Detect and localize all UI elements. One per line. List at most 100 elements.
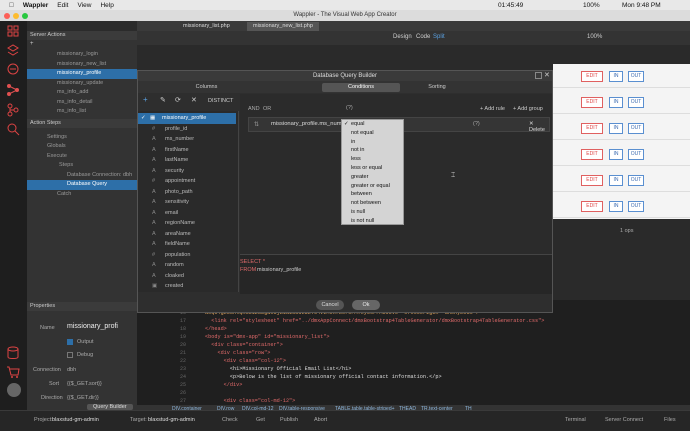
operator-option[interactable]: ✓ equal <box>342 120 403 129</box>
server-action-item[interactable]: missionary_update <box>27 79 137 89</box>
flow-icon[interactable] <box>6 83 20 97</box>
target-select[interactable]: blaxstud-gm-admin <box>148 417 195 423</box>
operator-dropdown[interactable]: ✓ equal not equal in not in less less or equal… <box>341 119 404 225</box>
operator-option[interactable]: greater or equal <box>342 182 403 191</box>
grid-icon[interactable] <box>6 24 20 38</box>
maximize-icon[interactable] <box>535 72 542 79</box>
menu-view[interactable]: View <box>77 2 91 9</box>
in-button[interactable]: IN <box>609 175 623 186</box>
add-action-icon[interactable]: + <box>30 41 34 47</box>
project-select[interactable]: blaxstud-gm-admin <box>52 417 99 423</box>
add-icon[interactable]: + <box>143 95 148 104</box>
check-button[interactable]: Check <box>222 417 238 423</box>
field-item[interactable]: ▣ created <box>138 281 236 292</box>
tab-missionary-list[interactable]: missionary_list.php <box>177 22 236 31</box>
tab-sorting[interactable]: Sorting <box>397 83 477 92</box>
in-button[interactable]: IN <box>609 149 623 160</box>
out-button[interactable]: OUT <box>628 175 644 186</box>
operator-option[interactable]: greater <box>342 173 403 182</box>
field-item[interactable]: # appointment <box>138 176 236 187</box>
refresh-icon[interactable]: ⟳ <box>175 96 181 104</box>
terminal-button[interactable]: Terminal <box>565 417 586 423</box>
tab-columns[interactable]: Columns <box>143 83 270 92</box>
field-item[interactable]: # profile_id <box>138 124 236 135</box>
mode-design[interactable]: Design <box>393 34 412 40</box>
close-icon[interactable]: ✕ <box>544 71 550 79</box>
operator-option[interactable]: in <box>342 138 403 147</box>
step-item[interactable]: Globals <box>27 142 137 152</box>
add-group-button[interactable]: + Add group <box>513 106 543 112</box>
field-item[interactable]: Asensitivity <box>138 197 236 208</box>
field-item[interactable]: Acloaked <box>138 271 236 282</box>
edit-button[interactable]: EDIT <box>581 123 603 134</box>
out-button[interactable]: OUT <box>628 97 644 108</box>
ok-button[interactable]: Ok <box>352 300 380 310</box>
abort-button[interactable]: Abort <box>314 417 327 423</box>
field-item[interactable]: AlastName <box>138 155 236 166</box>
server-action-item-selected[interactable]: missionary_profile <box>27 69 137 79</box>
out-button[interactable]: OUT <box>628 123 644 134</box>
field-item[interactable]: Aphoto_path <box>138 187 236 198</box>
in-button[interactable]: IN <box>609 97 623 108</box>
value-help-icon[interactable]: (?) <box>473 121 480 127</box>
output-checkbox[interactable] <box>67 339 73 345</box>
in-button[interactable]: IN <box>609 71 623 82</box>
out-button[interactable]: OUT <box>628 71 644 82</box>
zoom-level[interactable]: 100% <box>587 34 602 40</box>
close-icon[interactable]: ✕ <box>191 96 197 104</box>
edit-button[interactable]: EDIT <box>581 201 603 212</box>
app-menu[interactable]: Wappler <box>23 2 48 9</box>
debug-checkbox[interactable] <box>67 352 73 358</box>
or-toggle[interactable]: OR <box>263 106 271 112</box>
operator-option[interactable]: not in <box>342 146 403 155</box>
server-action-item[interactable]: missionary_new_list <box>27 60 137 70</box>
step-item[interactable]: Catch <box>27 190 137 200</box>
field-item[interactable]: Aemail <box>138 208 236 219</box>
field-item[interactable]: # population <box>138 250 236 261</box>
mode-code[interactable]: Code <box>416 34 430 40</box>
delete-rule-button[interactable]: ✕ Delete <box>529 121 549 133</box>
field-item[interactable]: AfirstName <box>138 145 236 156</box>
edit-icon[interactable]: ✎ <box>160 96 166 104</box>
operator-option[interactable]: is null <box>342 208 403 217</box>
field-item[interactable]: Asecurity <box>138 166 236 177</box>
field-item[interactable]: Ams_number <box>138 134 236 145</box>
out-button[interactable]: OUT <box>628 201 644 212</box>
rule-field-select[interactable]: missionary_profile.ms_num <box>271 121 342 127</box>
help-icon[interactable]: (?) <box>346 105 353 111</box>
minimize-window-button[interactable] <box>13 13 19 19</box>
edit-button[interactable]: EDIT <box>581 97 603 108</box>
layers-icon[interactable] <box>6 43 20 57</box>
server-action-item[interactable]: ms_info_add <box>27 88 137 98</box>
tab-missionary-new-list[interactable]: missionary_new_list.php <box>247 22 319 31</box>
database-icon[interactable] <box>6 346 20 360</box>
field-item[interactable]: Arandom <box>138 260 236 271</box>
apple-icon[interactable]:  <box>9 2 14 9</box>
step-item[interactable]: Steps <box>27 161 137 171</box>
operator-option[interactable]: is not null <box>342 217 403 226</box>
operator-option[interactable]: not between <box>342 199 403 208</box>
direction-field[interactable]: {{$_GET.dir}} <box>67 395 99 401</box>
server-action-item[interactable]: ms_info_list <box>27 107 137 117</box>
server-action-item[interactable]: missionary_login <box>27 50 137 60</box>
step-item[interactable]: Database Connection: dbh <box>27 171 137 181</box>
mode-split[interactable]: Split <box>433 34 445 40</box>
menu-edit[interactable]: Edit <box>57 2 68 9</box>
server-action-item[interactable]: ms_info_detail <box>27 98 137 108</box>
field-item[interactable]: AareaName <box>138 229 236 240</box>
menu-help[interactable]: Help <box>100 2 113 9</box>
close-window-button[interactable] <box>4 13 10 19</box>
edit-button[interactable]: EDIT <box>581 149 603 160</box>
step-item-selected[interactable]: Database Query <box>27 180 137 190</box>
server-icon[interactable] <box>6 62 20 76</box>
step-item[interactable]: Settings <box>27 133 137 143</box>
field-item[interactable]: AregionName <box>138 218 236 229</box>
table-item[interactable]: ✓ ▦ missionary_profile <box>138 113 236 124</box>
search-icon[interactable] <box>6 122 20 136</box>
out-button[interactable]: OUT <box>628 149 644 160</box>
connection-select[interactable]: dbh <box>67 367 76 373</box>
edit-button[interactable]: EDIT <box>581 71 603 82</box>
drag-handle-icon[interactable]: ⇅ <box>254 121 259 128</box>
publish-button[interactable]: Publish <box>280 417 298 423</box>
get-button[interactable]: Get <box>256 417 265 423</box>
